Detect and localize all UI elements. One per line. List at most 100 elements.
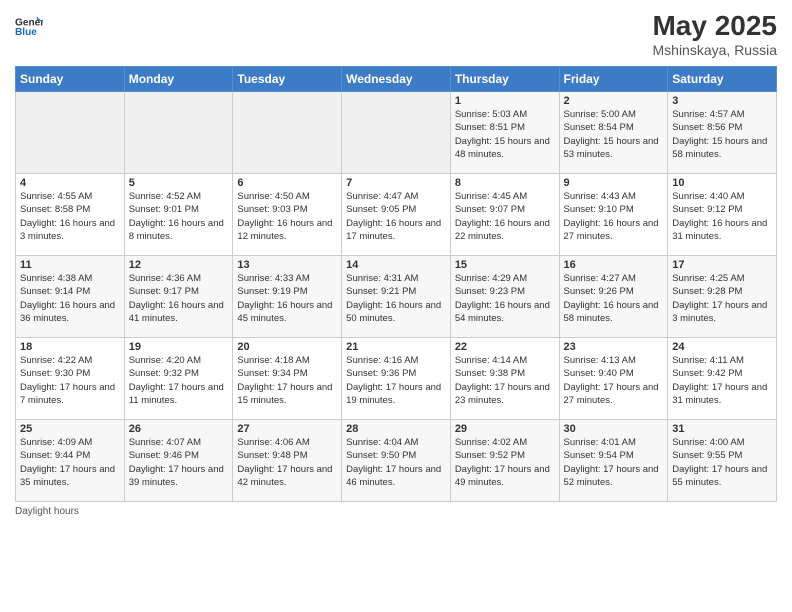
day-number: 16 [564, 259, 664, 271]
calendar-cell [16, 92, 125, 174]
day-info: Sunrise: 4:31 AMSunset: 9:21 PMDaylight:… [346, 272, 446, 325]
day-number: 23 [564, 341, 664, 353]
calendar-cell: 5Sunrise: 4:52 AMSunset: 9:01 PMDaylight… [124, 174, 233, 256]
calendar-cell: 31Sunrise: 4:00 AMSunset: 9:55 PMDayligh… [668, 420, 777, 502]
svg-text:Blue: Blue [15, 27, 37, 38]
calendar-cell: 1Sunrise: 5:03 AMSunset: 8:51 PMDaylight… [450, 92, 559, 174]
calendar-cell: 8Sunrise: 4:45 AMSunset: 9:07 PMDaylight… [450, 174, 559, 256]
calendar-cell: 27Sunrise: 4:06 AMSunset: 9:48 PMDayligh… [233, 420, 342, 502]
day-info: Sunrise: 4:55 AMSunset: 8:58 PMDaylight:… [20, 190, 120, 243]
calendar-cell: 7Sunrise: 4:47 AMSunset: 9:05 PMDaylight… [342, 174, 451, 256]
day-info: Sunrise: 4:40 AMSunset: 9:12 PMDaylight:… [672, 190, 772, 243]
day-info: Sunrise: 4:36 AMSunset: 9:17 PMDaylight:… [129, 272, 229, 325]
day-info: Sunrise: 4:00 AMSunset: 9:55 PMDaylight:… [672, 436, 772, 489]
page: General Blue May 2025 Mshinskaya, Russia… [0, 0, 792, 612]
calendar-cell: 16Sunrise: 4:27 AMSunset: 9:26 PMDayligh… [559, 256, 668, 338]
day-number: 2 [564, 95, 664, 107]
logo: General Blue [15, 10, 43, 38]
day-info: Sunrise: 4:27 AMSunset: 9:26 PMDaylight:… [564, 272, 664, 325]
day-info: Sunrise: 4:47 AMSunset: 9:05 PMDaylight:… [346, 190, 446, 243]
title-block: May 2025 Mshinskaya, Russia [652, 10, 777, 58]
day-info: Sunrise: 4:22 AMSunset: 9:30 PMDaylight:… [20, 354, 120, 407]
col-tuesday: Tuesday [233, 67, 342, 92]
col-monday: Monday [124, 67, 233, 92]
day-number: 15 [455, 259, 555, 271]
day-info: Sunrise: 4:29 AMSunset: 9:23 PMDaylight:… [455, 272, 555, 325]
calendar-cell: 2Sunrise: 5:00 AMSunset: 8:54 PMDaylight… [559, 92, 668, 174]
calendar-cell: 17Sunrise: 4:25 AMSunset: 9:28 PMDayligh… [668, 256, 777, 338]
day-info: Sunrise: 4:38 AMSunset: 9:14 PMDaylight:… [20, 272, 120, 325]
header: General Blue May 2025 Mshinskaya, Russia [15, 10, 777, 58]
day-number: 12 [129, 259, 229, 271]
calendar-cell: 3Sunrise: 4:57 AMSunset: 8:56 PMDaylight… [668, 92, 777, 174]
calendar-cell: 11Sunrise: 4:38 AMSunset: 9:14 PMDayligh… [16, 256, 125, 338]
logo-icon: General Blue [15, 10, 43, 38]
day-number: 28 [346, 423, 446, 435]
day-number: 6 [237, 177, 337, 189]
day-number: 18 [20, 341, 120, 353]
calendar-cell: 25Sunrise: 4:09 AMSunset: 9:44 PMDayligh… [16, 420, 125, 502]
day-number: 31 [672, 423, 772, 435]
day-number: 21 [346, 341, 446, 353]
day-info: Sunrise: 4:02 AMSunset: 9:52 PMDaylight:… [455, 436, 555, 489]
day-number: 24 [672, 341, 772, 353]
day-number: 14 [346, 259, 446, 271]
day-number: 20 [237, 341, 337, 353]
calendar-cell [233, 92, 342, 174]
calendar-week-4: 18Sunrise: 4:22 AMSunset: 9:30 PMDayligh… [16, 338, 777, 420]
calendar-cell: 9Sunrise: 4:43 AMSunset: 9:10 PMDaylight… [559, 174, 668, 256]
subtitle: Mshinskaya, Russia [652, 42, 777, 58]
day-info: Sunrise: 5:03 AMSunset: 8:51 PMDaylight:… [455, 108, 555, 161]
day-number: 1 [455, 95, 555, 107]
calendar-cell: 29Sunrise: 4:02 AMSunset: 9:52 PMDayligh… [450, 420, 559, 502]
day-info: Sunrise: 4:18 AMSunset: 9:34 PMDaylight:… [237, 354, 337, 407]
calendar-cell: 21Sunrise: 4:16 AMSunset: 9:36 PMDayligh… [342, 338, 451, 420]
daylight-label: Daylight hours [15, 506, 79, 517]
day-info: Sunrise: 4:52 AMSunset: 9:01 PMDaylight:… [129, 190, 229, 243]
col-thursday: Thursday [450, 67, 559, 92]
day-number: 30 [564, 423, 664, 435]
day-info: Sunrise: 4:57 AMSunset: 8:56 PMDaylight:… [672, 108, 772, 161]
day-number: 3 [672, 95, 772, 107]
calendar-cell [124, 92, 233, 174]
col-saturday: Saturday [668, 67, 777, 92]
footer: Daylight hours [15, 506, 777, 517]
day-number: 17 [672, 259, 772, 271]
day-number: 22 [455, 341, 555, 353]
day-info: Sunrise: 5:00 AMSunset: 8:54 PMDaylight:… [564, 108, 664, 161]
day-number: 4 [20, 177, 120, 189]
day-number: 8 [455, 177, 555, 189]
day-info: Sunrise: 4:20 AMSunset: 9:32 PMDaylight:… [129, 354, 229, 407]
calendar-cell: 23Sunrise: 4:13 AMSunset: 9:40 PMDayligh… [559, 338, 668, 420]
calendar-cell: 30Sunrise: 4:01 AMSunset: 9:54 PMDayligh… [559, 420, 668, 502]
day-number: 13 [237, 259, 337, 271]
calendar-week-2: 4Sunrise: 4:55 AMSunset: 8:58 PMDaylight… [16, 174, 777, 256]
day-number: 27 [237, 423, 337, 435]
calendar-cell: 14Sunrise: 4:31 AMSunset: 9:21 PMDayligh… [342, 256, 451, 338]
day-number: 19 [129, 341, 229, 353]
calendar-cell: 19Sunrise: 4:20 AMSunset: 9:32 PMDayligh… [124, 338, 233, 420]
calendar-cell: 22Sunrise: 4:14 AMSunset: 9:38 PMDayligh… [450, 338, 559, 420]
day-info: Sunrise: 4:09 AMSunset: 9:44 PMDaylight:… [20, 436, 120, 489]
day-number: 7 [346, 177, 446, 189]
day-info: Sunrise: 4:33 AMSunset: 9:19 PMDaylight:… [237, 272, 337, 325]
day-number: 5 [129, 177, 229, 189]
day-number: 29 [455, 423, 555, 435]
day-info: Sunrise: 4:07 AMSunset: 9:46 PMDaylight:… [129, 436, 229, 489]
day-info: Sunrise: 4:11 AMSunset: 9:42 PMDaylight:… [672, 354, 772, 407]
day-info: Sunrise: 4:43 AMSunset: 9:10 PMDaylight:… [564, 190, 664, 243]
calendar-week-3: 11Sunrise: 4:38 AMSunset: 9:14 PMDayligh… [16, 256, 777, 338]
calendar-cell: 18Sunrise: 4:22 AMSunset: 9:30 PMDayligh… [16, 338, 125, 420]
calendar-cell: 24Sunrise: 4:11 AMSunset: 9:42 PMDayligh… [668, 338, 777, 420]
day-info: Sunrise: 4:13 AMSunset: 9:40 PMDaylight:… [564, 354, 664, 407]
calendar-cell: 20Sunrise: 4:18 AMSunset: 9:34 PMDayligh… [233, 338, 342, 420]
calendar-header-row: Sunday Monday Tuesday Wednesday Thursday… [16, 67, 777, 92]
calendar-cell: 6Sunrise: 4:50 AMSunset: 9:03 PMDaylight… [233, 174, 342, 256]
day-info: Sunrise: 4:06 AMSunset: 9:48 PMDaylight:… [237, 436, 337, 489]
col-wednesday: Wednesday [342, 67, 451, 92]
calendar-cell: 15Sunrise: 4:29 AMSunset: 9:23 PMDayligh… [450, 256, 559, 338]
calendar-cell: 10Sunrise: 4:40 AMSunset: 9:12 PMDayligh… [668, 174, 777, 256]
calendar-cell: 26Sunrise: 4:07 AMSunset: 9:46 PMDayligh… [124, 420, 233, 502]
day-info: Sunrise: 4:45 AMSunset: 9:07 PMDaylight:… [455, 190, 555, 243]
calendar-cell: 12Sunrise: 4:36 AMSunset: 9:17 PMDayligh… [124, 256, 233, 338]
